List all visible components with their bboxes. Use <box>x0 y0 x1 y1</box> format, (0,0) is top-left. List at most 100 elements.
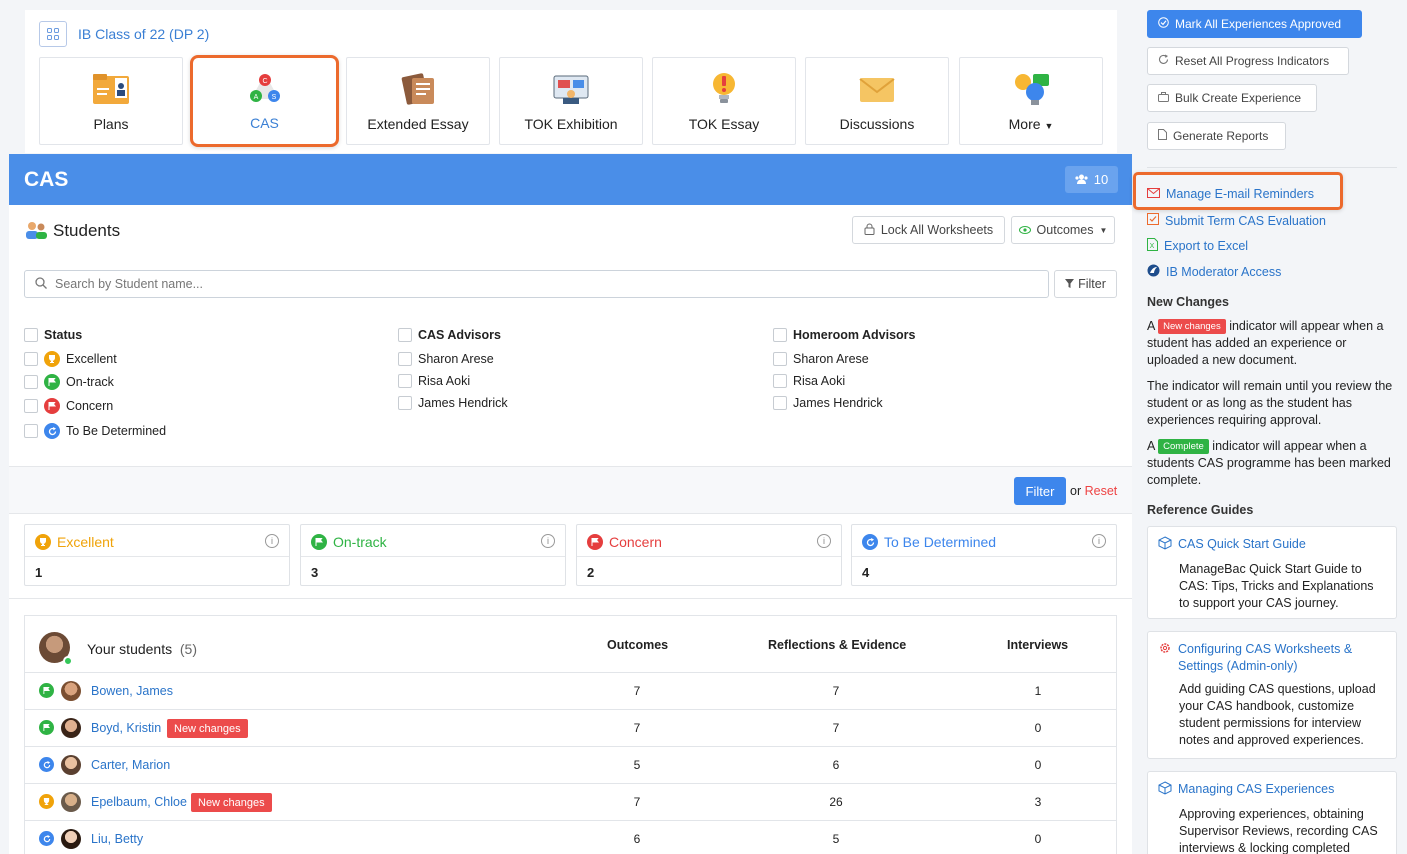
cas-advisors-heading[interactable]: CAS Advisors <box>398 322 508 348</box>
apply-filter-button[interactable]: Filter <box>1014 477 1066 505</box>
generate-reports-label: Generate Reports <box>1173 129 1269 143</box>
checkbox[interactable] <box>398 328 412 342</box>
student-name-link[interactable]: Epelbaum, Chloe <box>91 795 187 809</box>
table-row[interactable]: Carter, Marion 5 6 0 <box>25 747 1116 784</box>
class-title[interactable]: IB Class of 22 (DP 2) <box>78 26 209 42</box>
cube-icon <box>1158 536 1172 555</box>
homeroom-advisors-heading[interactable]: Homeroom Advisors <box>773 322 915 348</box>
table-row[interactable]: Bowen, James 7 7 1 <box>25 673 1116 710</box>
filter-toggle-button[interactable]: Filter <box>1054 270 1117 298</box>
status-filter-on-track[interactable]: On-track <box>24 371 166 393</box>
checkbox[interactable] <box>773 352 787 366</box>
svg-text:S: S <box>271 94 276 101</box>
checkbox[interactable] <box>24 375 38 389</box>
flag-icon <box>44 398 60 414</box>
status-filter-heading[interactable]: Status <box>24 322 166 348</box>
guide-description: Approving experiences, obtaining Supervi… <box>1179 807 1378 854</box>
info-icon[interactable]: i <box>541 534 555 548</box>
stat-card-tbd[interactable]: To Be Determined i 4 <box>851 524 1117 586</box>
advisor-option[interactable]: James Hendrick <box>398 392 508 414</box>
tile-extended-essay[interactable]: Extended Essay <box>346 57 490 145</box>
table-row[interactable]: Liu, Betty 6 5 0 <box>25 821 1116 854</box>
tile-more[interactable]: More ▼ <box>959 57 1103 145</box>
checkbox[interactable] <box>24 352 38 366</box>
or-reset: or Reset <box>1070 484 1117 498</box>
reset-link[interactable]: Reset <box>1085 484 1118 498</box>
status-filter-concern[interactable]: Concern <box>24 395 166 417</box>
checkbox[interactable] <box>398 396 412 410</box>
advisor-option[interactable]: James Hendrick <box>773 392 915 414</box>
ib-moderator-access-link[interactable]: IB Moderator Access <box>1147 264 1281 280</box>
student-name-link[interactable]: Boyd, Kristin <box>91 721 161 735</box>
tile-tok-exhibition[interactable]: TOK Exhibition <box>499 57 643 145</box>
member-count-button[interactable]: 10 <box>1065 166 1118 193</box>
advisor-option[interactable]: Sharon Arese <box>398 348 508 370</box>
generate-reports-button[interactable]: Generate Reports <box>1147 122 1286 150</box>
tile-tok-essay[interactable]: TOK Essay <box>652 57 796 145</box>
program-tiles-panel: IB Class of 22 (DP 2) Plans CAS CAS Exte… <box>25 10 1117 153</box>
checkbox[interactable] <box>398 374 412 388</box>
svg-text:X: X <box>1150 243 1155 250</box>
link-label: Manage E-mail Reminders <box>1166 187 1314 201</box>
checkbox[interactable] <box>24 328 38 342</box>
refresh-icon <box>39 831 54 846</box>
your-students-heading: Your students (5) <box>87 641 197 657</box>
submit-term-evaluation-link[interactable]: Submit Term CAS Evaluation <box>1147 213 1326 228</box>
guide-title-link[interactable]: Managing CAS Experiences <box>1178 781 1334 800</box>
stat-card-concern[interactable]: Concern i 2 <box>576 524 842 586</box>
advisor-option[interactable]: Sharon Arese <box>773 348 915 370</box>
guide-title-link[interactable]: CAS Quick Start Guide <box>1178 536 1306 555</box>
student-name-link[interactable]: Carter, Marion <box>91 758 170 772</box>
student-name-link[interactable]: Bowen, James <box>91 684 173 698</box>
new-changes-text-1: A New changes indicator will appear when… <box>1147 318 1397 369</box>
manage-email-reminders-link[interactable]: Manage E-mail Reminders <box>1147 187 1314 201</box>
checkbox[interactable] <box>773 396 787 410</box>
guide-card[interactable]: CAS Quick Start Guide ManageBac Quick St… <box>1147 526 1397 619</box>
advisor-option[interactable]: Risa Aoki <box>398 370 508 392</box>
flag-icon <box>39 720 54 735</box>
bulk-create-button[interactable]: Bulk Create Experience <box>1147 84 1317 112</box>
advisor-option[interactable]: Risa Aoki <box>773 370 915 392</box>
info-icon[interactable]: i <box>1092 534 1106 548</box>
your-students-count: (5) <box>179 641 198 657</box>
interviews-value: 0 <box>1034 832 1042 846</box>
student-name-link[interactable]: Liu, Betty <box>91 832 143 846</box>
info-icon[interactable]: i <box>265 534 279 548</box>
tile-discussions[interactable]: Discussions <box>805 57 949 145</box>
outcomes-value: 7 <box>633 721 641 735</box>
checkbox[interactable] <box>773 374 787 388</box>
cas-advisors-filter-group: CAS Advisors Sharon Arese Risa Aoki Jame… <box>398 322 508 414</box>
info-icon[interactable]: i <box>817 534 831 548</box>
export-to-excel-link[interactable]: X Export to Excel <box>1147 238 1248 254</box>
column-header-interviews[interactable]: Interviews <box>1007 638 1068 652</box>
tile-plans[interactable]: Plans <box>39 57 183 145</box>
new-changes-tag: New changes <box>1158 319 1226 334</box>
guide-title-link[interactable]: Configuring CAS Worksheets & Settings (A… <box>1178 641 1386 675</box>
lock-all-worksheets-button[interactable]: Lock All Worksheets <box>852 216 1005 244</box>
text: A <box>1147 319 1155 333</box>
table-row[interactable]: Epelbaum, Chloe New changes 7 26 3 <box>25 784 1116 821</box>
cas-main-panel: CAS 10 Students Lock All Worksheets Outc… <box>9 154 1132 854</box>
checkbox[interactable] <box>24 424 38 438</box>
tile-cas[interactable]: CAS CAS <box>190 55 339 147</box>
student-search-input[interactable]: Search by Student name... <box>24 270 1049 298</box>
mark-all-approved-button[interactable]: Mark All Experiences Approved <box>1147 10 1362 38</box>
guide-card[interactable]: Managing CAS Experiences Approving exper… <box>1147 771 1397 854</box>
cas-header: CAS 10 <box>9 154 1132 205</box>
status-filter-excellent[interactable]: Excellent <box>24 348 166 370</box>
outcomes-dropdown[interactable]: Outcomes ▼ <box>1011 216 1115 244</box>
guide-card[interactable]: Configuring CAS Worksheets & Settings (A… <box>1147 631 1397 759</box>
reset-progress-button[interactable]: Reset All Progress Indicators <box>1147 47 1349 75</box>
stat-card-on-track[interactable]: On-track i 3 <box>300 524 566 586</box>
apps-grid-icon[interactable] <box>39 21 67 47</box>
stat-card-excellent[interactable]: Excellent i 1 <box>24 524 290 586</box>
column-header-reflections[interactable]: Reflections & Evidence <box>768 638 906 652</box>
checkbox[interactable] <box>24 399 38 413</box>
avatar <box>61 718 81 738</box>
table-row[interactable]: Boyd, Kristin New changes 7 7 0 <box>25 710 1116 747</box>
status-filter-tbd[interactable]: To Be Determined <box>24 420 166 442</box>
column-header-outcomes[interactable]: Outcomes <box>607 638 668 652</box>
users-icon <box>1075 172 1088 187</box>
checkbox[interactable] <box>773 328 787 342</box>
checkbox[interactable] <box>398 352 412 366</box>
